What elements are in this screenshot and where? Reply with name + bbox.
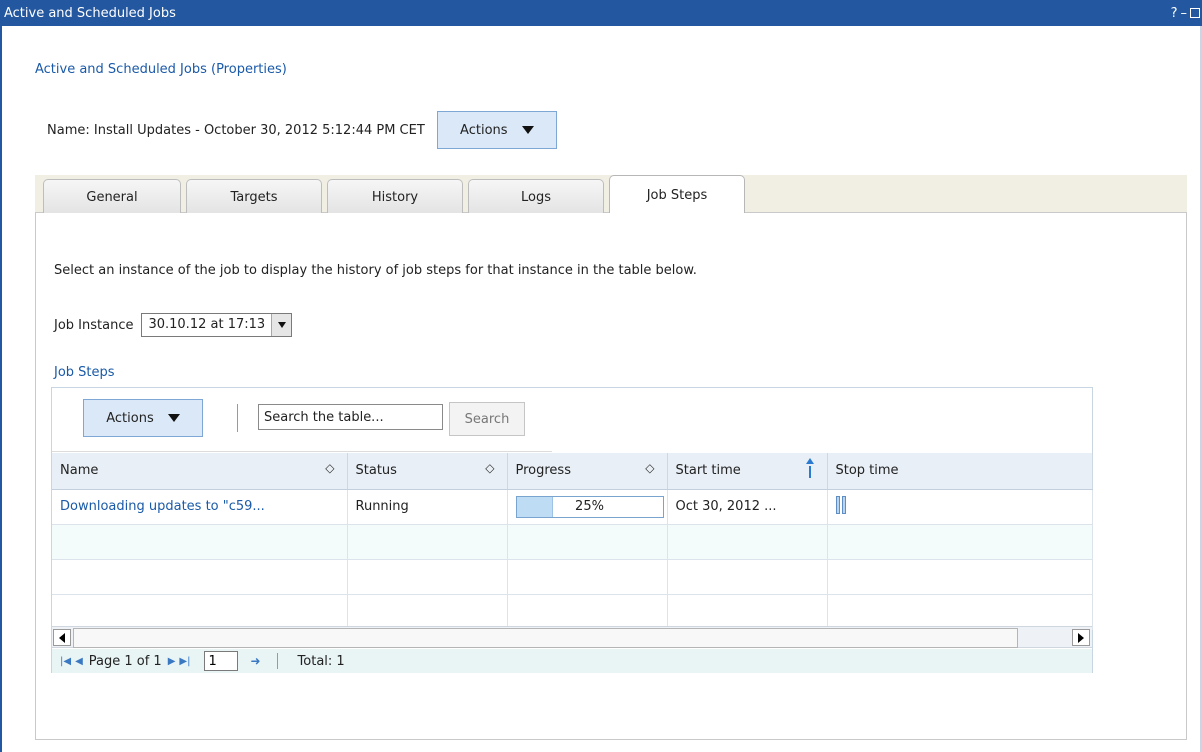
- window-border-left: [0, 26, 2, 752]
- table-row: [52, 594, 1093, 630]
- pagination-bar: |◀ ◀ Page 1 of 1 ▶ ▶| ➜ Total: 1: [52, 649, 1092, 673]
- total-count: Total: 1: [297, 653, 345, 669]
- scroll-left-icon[interactable]: [53, 629, 71, 646]
- minimize-icon[interactable]: –: [1181, 7, 1188, 20]
- table-row: [52, 524, 1093, 560]
- job-instance-row: Job Instance 30.10.12 at 17:13: [54, 313, 293, 337]
- go-to-page-icon[interactable]: ➜: [250, 654, 260, 668]
- properties-link[interactable]: Active and Scheduled Jobs (Properties): [35, 62, 287, 77]
- busy-indicator-icon: [835, 495, 846, 514]
- table-toolbar: Actions Search: [52, 388, 552, 452]
- column-header-progress[interactable]: Progress ◇: [507, 453, 668, 490]
- dropdown-arrow-icon[interactable]: [271, 314, 292, 336]
- horizontal-scrollbar[interactable]: [52, 626, 1092, 648]
- job-steps-grid: Actions Search Name ◇ Status ◇: [51, 387, 1093, 673]
- table-header-row: Name ◇ Status ◇ Progress ◇ Start time St…: [52, 453, 1093, 490]
- table-row[interactable]: Downloading updates to "c59... Running 2…: [52, 489, 1093, 525]
- table-row: [52, 559, 1093, 595]
- help-icon[interactable]: ?: [1171, 7, 1178, 20]
- job-steps-panel: Select an instance of the job to display…: [35, 213, 1187, 740]
- tab-history[interactable]: History: [327, 179, 463, 214]
- last-page-icon[interactable]: ▶|: [179, 656, 190, 667]
- actions-button-label: Actions: [460, 122, 508, 138]
- tab-general[interactable]: General: [43, 179, 181, 214]
- job-instance-select[interactable]: 30.10.12 at 17:13: [141, 313, 293, 337]
- tab-logs[interactable]: Logs: [468, 179, 604, 214]
- column-header-name[interactable]: Name ◇: [52, 453, 348, 490]
- scrollbar-thumb[interactable]: [73, 628, 1018, 648]
- progress-bar: 25%: [515, 495, 664, 518]
- maximize-icon[interactable]: [1190, 8, 1200, 18]
- column-header-stop-time[interactable]: Stop time: [827, 453, 1093, 490]
- first-page-icon[interactable]: |◀: [60, 656, 71, 667]
- step-status-cell: Running: [347, 489, 508, 525]
- tab-job-steps[interactable]: Job Steps: [609, 175, 745, 214]
- chevron-down-icon: [521, 126, 534, 134]
- step-start-time-cell: Oct 30, 2012 ...: [667, 489, 828, 525]
- previous-page-icon[interactable]: ◀: [75, 656, 83, 667]
- step-stop-time-cell: [827, 489, 1093, 525]
- sort-ascending-icon[interactable]: [805, 457, 815, 479]
- scroll-right-icon[interactable]: [1072, 629, 1090, 646]
- window-controls: ? –: [1171, 7, 1202, 20]
- job-name-row: Name: Install Updates - October 30, 2012…: [47, 110, 557, 150]
- job-instance-value: 30.10.12 at 17:13: [148, 317, 266, 332]
- job-steps-section-title: Job Steps: [54, 365, 115, 380]
- next-page-icon[interactable]: ▶: [168, 656, 176, 667]
- sort-icon[interactable]: ◇: [485, 462, 494, 474]
- toolbar-divider: [237, 404, 238, 432]
- table-search-button[interactable]: Search: [449, 402, 525, 436]
- step-name-cell[interactable]: Downloading updates to "c59...: [52, 489, 348, 525]
- tab-targets[interactable]: Targets: [186, 179, 322, 214]
- actions-button[interactable]: Actions: [436, 111, 557, 149]
- job-name-label: Name: Install Updates - October 30, 2012…: [47, 122, 425, 138]
- tab-bar: General Targets History Logs Job Steps: [35, 175, 1187, 214]
- column-header-start-time[interactable]: Start time: [667, 453, 828, 490]
- sort-icon[interactable]: ◇: [645, 462, 654, 474]
- page-info: Page 1 of 1: [88, 653, 162, 669]
- progress-label: 25%: [575, 498, 604, 514]
- table-actions-button[interactable]: Actions: [83, 399, 203, 437]
- instructions-text: Select an instance of the job to display…: [54, 263, 697, 278]
- job-steps-table: Name ◇ Status ◇ Progress ◇ Start time St…: [52, 453, 1093, 630]
- sort-icon[interactable]: ◇: [325, 462, 334, 474]
- table-search-input[interactable]: [258, 404, 443, 430]
- step-progress-cell: 25%: [507, 489, 668, 525]
- window-titlebar: Active and Scheduled Jobs ? –: [0, 0, 1202, 26]
- step-name-link[interactable]: Downloading updates to "c59...: [60, 499, 265, 514]
- window-title: Active and Scheduled Jobs: [4, 5, 176, 21]
- page-number-input[interactable]: [204, 651, 239, 671]
- pager-divider: [276, 653, 278, 669]
- table-actions-label: Actions: [106, 410, 154, 426]
- job-instance-label: Job Instance: [54, 317, 134, 333]
- column-header-status[interactable]: Status ◇: [347, 453, 508, 490]
- chevron-down-icon: [167, 414, 180, 422]
